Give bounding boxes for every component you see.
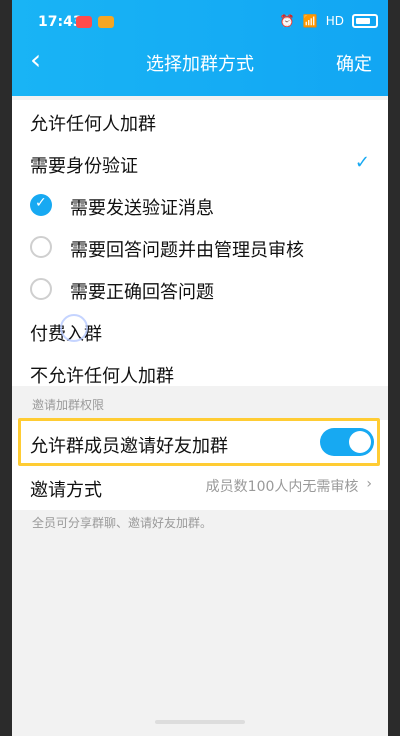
notification-icons [76,16,114,28]
home-indicator [155,720,245,724]
invite-permission-header: 邀请加群权限 [32,398,105,412]
wifi-icon: 📶 [302,14,318,28]
app-notification-icon-2 [98,16,114,28]
radio-unselected-icon[interactable] [30,236,52,258]
top-app-bar: 17:43 ⏰ 📶 HD ‹ 选择加群方式 确定 [12,0,388,96]
option-verification[interactable]: 需要身份验证 ✓ [12,142,388,184]
option-label: 需要正确回答问题 [70,282,214,303]
touch-indicator-icon [60,314,88,342]
allow-member-invite-label: 允许群成员邀请好友加群 [30,436,228,457]
option-label: 允许任何人加群 [30,114,156,135]
battery-icon [352,14,378,28]
status-right: ⏰ 📶 HD [280,14,378,28]
confirm-button[interactable]: 确定 [336,50,372,76]
option-label: 需要回答问题并由管理员审核 [70,240,304,261]
option-label: 不允许任何人加群 [30,366,174,387]
allow-member-invite-toggle[interactable] [320,428,374,456]
option-allow-anyone[interactable]: 允许任何人加群 [12,100,388,142]
hd-label: HD [325,14,344,28]
option-disallow-anyone[interactable]: 不允许任何人加群 [12,352,388,394]
app-notification-icon [76,16,92,28]
option-answer-question-admin-review[interactable]: 需要回答问题并由管理员审核 [12,226,388,268]
allow-member-invite-row: 允许群成员邀请好友加群 [12,420,388,466]
invite-section: 允许群成员邀请好友加群 邀请方式 成员数100人内无需审核 › [12,420,388,510]
invite-method-row[interactable]: 邀请方式 成员数100人内无需审核 › [12,466,388,508]
navigation-bar: ‹ 选择加群方式 确定 [12,44,388,80]
option-correct-answer[interactable]: 需要正确回答问题 [12,268,388,310]
join-options-section: 允许任何人加群 需要身份验证 ✓ 需要发送验证消息 需要回答问题并由管理员审核 … [12,100,388,387]
option-paid-join[interactable]: 付费入群 [12,310,388,352]
option-send-verification-message[interactable]: 需要发送验证消息 [12,184,388,226]
option-label: 需要身份验证 [30,156,138,177]
invite-note: 全员可分享群聊、邀请好友加群。 [32,516,213,530]
radio-selected-icon[interactable] [30,194,52,216]
page-title: 选择加群方式 [146,54,254,75]
radio-unselected-icon[interactable] [30,278,52,300]
checkmark-icon: ✓ [354,152,370,173]
invite-method-value-group: 成员数100人内无需审核 › [206,476,372,496]
chevron-right-icon: › [366,476,372,492]
phone-screen: 17:43 ⏰ 📶 HD ‹ 选择加群方式 确定 允许任何人加群 需要身份验证 … [12,0,388,736]
status-bar: 17:43 ⏰ 📶 HD [12,14,388,38]
option-label: 需要发送验证消息 [70,198,214,219]
invite-method-label: 邀请方式 [30,480,102,501]
invite-method-value: 成员数100人内无需审核 [205,479,359,495]
alarm-icon: ⏰ [279,14,295,28]
